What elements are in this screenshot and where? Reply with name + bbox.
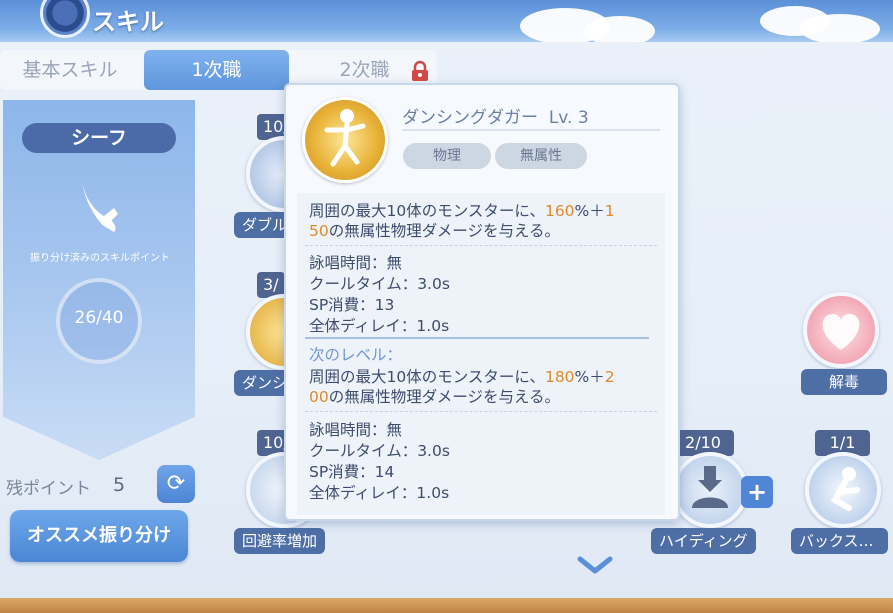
add-skill-point-button[interactable]: + bbox=[741, 476, 773, 508]
tab-first-job[interactable]: 1次職 bbox=[144, 50, 289, 90]
dancing-dagger-icon bbox=[302, 97, 388, 183]
current-cooldown: クールタイム：3.0s bbox=[309, 275, 450, 293]
dashed-divider bbox=[305, 245, 657, 246]
page-title: スキル bbox=[92, 8, 164, 36]
skill-label: バックス… bbox=[791, 528, 888, 554]
next-global-delay: 全体ディレイ：1.0s bbox=[309, 484, 450, 502]
skill-label: ハイディング bbox=[651, 528, 756, 554]
dagger-emblem-icon bbox=[82, 180, 118, 232]
current-sp-cost: SP消費：13 bbox=[309, 296, 395, 314]
tag-physical: 物理 bbox=[403, 143, 491, 169]
chevron-down-icon[interactable] bbox=[576, 555, 614, 575]
header-bar: スキル bbox=[0, 0, 893, 42]
cloud-decoration bbox=[585, 16, 655, 42]
remaining-points-value: 5 bbox=[113, 474, 126, 496]
hiding-icon bbox=[692, 466, 728, 508]
hiding-skill-icon[interactable] bbox=[672, 452, 748, 528]
dancer-icon bbox=[324, 109, 366, 167]
next-cast-time: 詠唱時間：無 bbox=[309, 421, 403, 439]
section-divider bbox=[305, 337, 649, 339]
lock-icon bbox=[412, 60, 428, 81]
next-desc-line-1: 周囲の最大10体のモンスターに、180%＋2 bbox=[309, 368, 615, 386]
remaining-points-label: 残ポイント bbox=[6, 479, 91, 499]
reset-button[interactable]: ⟳ bbox=[157, 465, 195, 503]
next-cooldown: クールタイム：3.0s bbox=[309, 442, 450, 460]
next-desc-line-2: 00の無属性物理ダメージを与える。 bbox=[309, 388, 560, 406]
dashed-divider bbox=[305, 411, 657, 412]
bottom-strip bbox=[0, 598, 893, 613]
skill-label: 回避率増加 bbox=[234, 528, 326, 554]
skill-menu-icon bbox=[40, 0, 90, 38]
heart-icon bbox=[822, 314, 860, 350]
next-level-label: 次のレベル： bbox=[309, 346, 403, 364]
current-global-delay: 全体ディレイ：1.0s bbox=[309, 317, 450, 335]
sp-caption: 振り分け済みのスキルポイント bbox=[30, 253, 170, 264]
tab-basic-skill[interactable]: 基本スキル bbox=[0, 50, 140, 90]
next-sp-cost: SP消費：14 bbox=[309, 463, 395, 481]
recommend-allocate-button[interactable]: オススメ振り分け bbox=[10, 510, 188, 562]
sp-used-count: 26/40 bbox=[74, 308, 124, 328]
refresh-icon: ⟳ bbox=[166, 471, 186, 496]
job-name: シーフ bbox=[22, 123, 176, 153]
current-desc-line-2: 50の無属性物理ダメージを与える。 bbox=[309, 222, 560, 240]
tooltip-skill-name: ダンシングダガー Lv. 3 bbox=[402, 108, 589, 128]
skill-label: 解毒 bbox=[801, 369, 887, 395]
tag-neutral-element: 無属性 bbox=[495, 143, 587, 169]
detoxify-skill-icon[interactable] bbox=[803, 292, 879, 368]
cloud-decoration bbox=[800, 14, 880, 42]
current-cast-time: 詠唱時間：無 bbox=[309, 254, 403, 272]
backstab-skill-icon[interactable] bbox=[805, 452, 881, 528]
current-desc-line-1: 周囲の最大10体のモンスターに、160%＋1 bbox=[309, 202, 615, 220]
running-figure-icon bbox=[830, 467, 860, 511]
tooltip-divider bbox=[402, 129, 660, 131]
